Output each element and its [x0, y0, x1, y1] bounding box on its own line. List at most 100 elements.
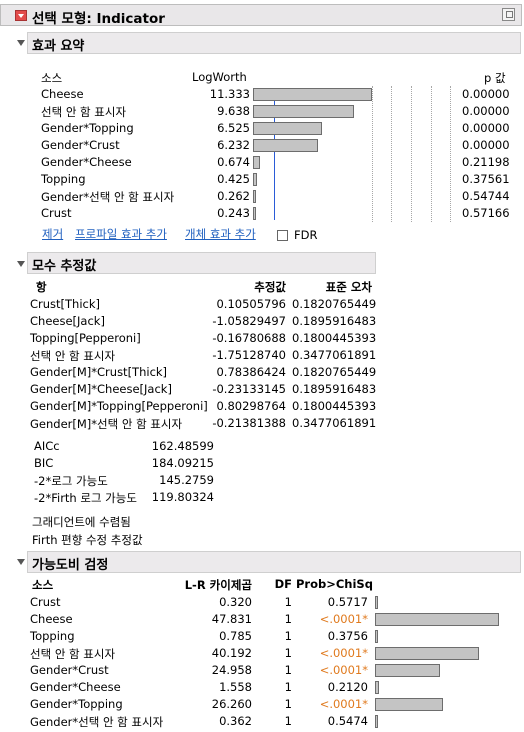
- lr-row-chisq: 0.362: [219, 714, 252, 728]
- lr-row-df: 1: [284, 629, 292, 643]
- effect-row-logworth: 11.333: [209, 87, 250, 101]
- effect-row-pvalue: 0.00000: [462, 121, 510, 135]
- window-title: 선택 모형: Indicator: [32, 11, 165, 27]
- lr-row-source: Gender*Topping: [30, 697, 123, 711]
- remove-button[interactable]: 제거: [42, 226, 63, 242]
- param-row-se: 0.1895916483: [292, 314, 377, 328]
- lr-row-chisq: 26.260: [211, 697, 252, 711]
- pe-col-estimate: 추정값: [254, 280, 286, 294]
- param-row-term: Gender[M]*Crust[Thick]: [30, 365, 168, 379]
- param-row-se: 0.3477061891: [292, 416, 377, 430]
- fit-stat-label: AICc: [34, 439, 60, 453]
- add-subject-effect-button[interactable]: 개체 효과 추가: [185, 226, 256, 242]
- es-col-logworth[interactable]: LogWorth: [192, 70, 247, 84]
- lr-row-df: 1: [284, 595, 292, 609]
- lr-row-chisq: 47.831: [211, 612, 252, 626]
- lr-row-df: 1: [284, 612, 292, 626]
- lr-row-df: 1: [284, 714, 292, 728]
- lr-row-source: 선택 안 함 표시자: [30, 647, 116, 661]
- fit-stat-label: BIC: [34, 456, 54, 470]
- lr-row-df: 1: [284, 680, 292, 694]
- effect-summary-title: 효과 요약: [32, 39, 85, 54]
- lr-col-source: 소스: [32, 578, 54, 592]
- effect-row-logworth: 9.638: [217, 104, 250, 118]
- chisq-bar: [375, 613, 499, 626]
- param-row-se: 0.1820765449: [292, 365, 377, 379]
- effect-row-source[interactable]: Gender*Crust: [41, 138, 120, 152]
- lr-row-df: 1: [284, 697, 292, 711]
- fit-stat-value: 145.2759: [159, 473, 214, 487]
- collapse-effect-summary-icon[interactable]: [17, 40, 25, 46]
- param-row-se: 0.1820765449: [292, 297, 377, 311]
- lr-test-title: 가능도비 검정: [32, 558, 109, 573]
- effect-row-logworth: 0.262: [217, 189, 250, 203]
- param-row-term: Crust[Thick]: [30, 297, 101, 311]
- effect-row-source[interactable]: Crust: [41, 206, 72, 220]
- fit-stat-value: 184.09215: [151, 456, 214, 470]
- chisq-bar: [375, 698, 443, 711]
- effect-row-pvalue: 0.37561: [462, 172, 510, 186]
- effect-row-pvalue: 0.00000: [462, 104, 510, 118]
- logworth-bar: [253, 156, 260, 169]
- param-row-se: 0.1895916483: [292, 382, 377, 396]
- fit-stat-label: -2*Firth 로그 가능도: [34, 491, 137, 505]
- fdr-checkbox[interactable]: [277, 230, 288, 241]
- lr-row-chisq: 0.785: [219, 629, 252, 643]
- param-row-estimate: -1.75128740: [212, 348, 286, 362]
- param-row-term: Topping[Pepperoni]: [30, 331, 141, 345]
- fit-stat-label: -2*로그 가능도: [34, 474, 108, 488]
- collapse-param-estimates-icon[interactable]: [17, 261, 25, 267]
- effect-row-source[interactable]: Gender*선택 안 함 표시자: [41, 189, 174, 205]
- param-row-term: Gender[M]*Topping[Pepperoni]: [30, 399, 208, 413]
- param-row-estimate: -0.16780688: [212, 331, 286, 345]
- param-row-estimate: -1.05829497: [212, 314, 286, 328]
- chisq-bar: [375, 715, 378, 728]
- chisq-bar: [375, 647, 479, 660]
- lr-row-prob: 0.5717: [327, 595, 368, 609]
- lr-row-chisq: 0.320: [219, 595, 252, 609]
- param-row-estimate: 0.80298764: [216, 399, 286, 413]
- logworth-bar: [253, 173, 257, 186]
- effect-row-source[interactable]: Cheese: [41, 87, 84, 101]
- lr-row-source: Gender*선택 안 함 표시자: [30, 715, 164, 729]
- logworth-bar: [253, 105, 354, 118]
- logworth-bar: [253, 122, 322, 135]
- effect-row-logworth: 0.674: [217, 155, 250, 169]
- lr-row-chisq: 24.958: [211, 663, 252, 677]
- effect-row-logworth: 0.243: [217, 206, 250, 220]
- param-row-se: 0.1800445393: [292, 399, 377, 413]
- lr-row-df: 1: [284, 663, 292, 677]
- effect-summary-header[interactable]: [27, 32, 521, 54]
- param-row-term: Gender[M]*Cheese[Jack]: [30, 382, 172, 396]
- es-col-p[interactable]: p 값: [484, 70, 506, 86]
- param-row-term: Cheese[Jack]: [30, 314, 105, 328]
- lr-row-prob: <.0001*: [319, 663, 368, 677]
- effect-row-source[interactable]: 선택 안 함 표시자: [41, 104, 126, 120]
- es-col-source: 소스: [41, 71, 63, 85]
- chisq-bar: [375, 681, 379, 694]
- firth-note: Firth 편향 수정 추정값: [32, 533, 143, 547]
- param-row-estimate: 0.78386424: [216, 365, 286, 379]
- effect-row-pvalue: 0.00000: [462, 87, 510, 101]
- add-profile-effect-button[interactable]: 프로파일 효과 추가: [75, 226, 167, 242]
- effect-row-source[interactable]: Gender*Cheese: [41, 155, 132, 169]
- lr-row-prob: <.0001*: [319, 697, 368, 711]
- param-estimates-title: 모수 추정값: [32, 259, 97, 274]
- effect-row-logworth: 6.232: [217, 138, 250, 152]
- window-options-icon[interactable]: [502, 8, 515, 21]
- lr-row-df: 1: [284, 646, 292, 660]
- red-triangle-menu-icon[interactable]: [15, 10, 27, 21]
- logworth-bar: [253, 88, 372, 101]
- param-row-term: 선택 안 함 표시자: [30, 349, 116, 363]
- convergence-note: 그래디언트에 수렴됨: [32, 515, 131, 529]
- lr-col-prob: Prob>ChiSq: [296, 577, 373, 591]
- lr-row-source: Cheese: [30, 612, 73, 626]
- lr-col-chisq: L-R 카이제곱: [184, 578, 252, 592]
- param-row-estimate: -0.21381388: [212, 416, 286, 430]
- effect-row-source[interactable]: Gender*Topping: [41, 121, 134, 135]
- lr-row-chisq: 1.558: [219, 680, 252, 694]
- collapse-lr-test-icon[interactable]: [17, 559, 25, 565]
- pe-col-term: 항: [36, 280, 47, 294]
- effect-row-source[interactable]: Topping: [41, 172, 86, 186]
- lr-row-source: Gender*Cheese: [30, 680, 121, 694]
